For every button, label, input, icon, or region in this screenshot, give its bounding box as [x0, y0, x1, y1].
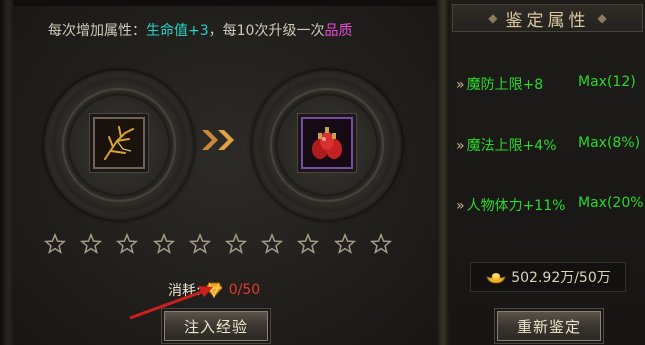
cost-display: 消耗: 0/50 [168, 280, 260, 300]
gem-icon [205, 282, 223, 298]
chevron-right-icon: » [456, 138, 465, 154]
appraisal-header: ◆ 鉴定属性 ◆ [452, 4, 643, 32]
attribute-row: » 魔防上限+8 Max(12) [456, 74, 636, 94]
appraisal-title: 鉴定属性 [505, 10, 590, 31]
upgrade-window: 每次增加属性：生命值+3，每10次升级一次品质 消耗: 0/50 注入经验 ◆ … [0, 0, 645, 345]
info-middle: ，每10次升级一次 [208, 23, 325, 39]
star-icon [369, 233, 392, 254]
attribute-max: Max(8%) [578, 135, 641, 151]
gold-amount: 502.92万/50万 [511, 270, 611, 286]
result-item-slot[interactable] [301, 117, 353, 169]
star-icon [261, 233, 284, 254]
attribute-max: Max(20% [578, 195, 644, 211]
info-stat: 生命值+3 [146, 23, 209, 39]
header-ornament-left: ◆ [488, 11, 498, 25]
star-icon [152, 233, 175, 254]
star-icon [188, 233, 211, 254]
cost-label: 消耗: [168, 283, 201, 299]
star-icon [80, 233, 103, 254]
star-icon [224, 233, 247, 254]
attribute-row: » 魔法上限+4% Max(8%) [456, 135, 640, 155]
golden-branch-icon [95, 119, 143, 167]
star-icon [333, 233, 356, 254]
chevron-right-icon: » [456, 77, 465, 93]
chevron-right-icon: » [456, 198, 465, 214]
cost-value: 0/50 [228, 282, 261, 298]
attribute-max: Max(12) [578, 74, 636, 90]
header-ornament-right: ◆ [597, 11, 607, 25]
double-chevron-icon [202, 130, 234, 150]
attribute-text: 魔法上限+4% [466, 138, 557, 154]
red-potions-icon [303, 119, 351, 167]
star-icon [116, 233, 139, 254]
gold-ingot-icon [486, 273, 506, 284]
reappraise-button[interactable]: 重新鉴定 [497, 311, 601, 341]
gold-balance: 502.92万/50万 [470, 262, 626, 292]
quality-stars [44, 233, 406, 255]
attribute-text: 人物体力+11% [466, 198, 566, 214]
source-item-slot[interactable] [93, 117, 145, 169]
inject-exp-button[interactable]: 注入经验 [164, 311, 268, 341]
info-quality: 品质 [324, 23, 353, 39]
attribute-row: » 人物体力+11% Max(20% [456, 195, 644, 215]
upgrade-info-text: 每次增加属性：生命值+3，每10次升级一次品质 [48, 20, 352, 40]
attribute-text: 魔防上限+8 [466, 77, 544, 93]
star-icon [44, 233, 66, 254]
info-prefix: 每次增加属性： [48, 23, 146, 39]
frame-border-left [0, 0, 14, 345]
frame-divider [436, 0, 450, 345]
star-icon [297, 233, 320, 254]
side-panel [450, 0, 645, 345]
